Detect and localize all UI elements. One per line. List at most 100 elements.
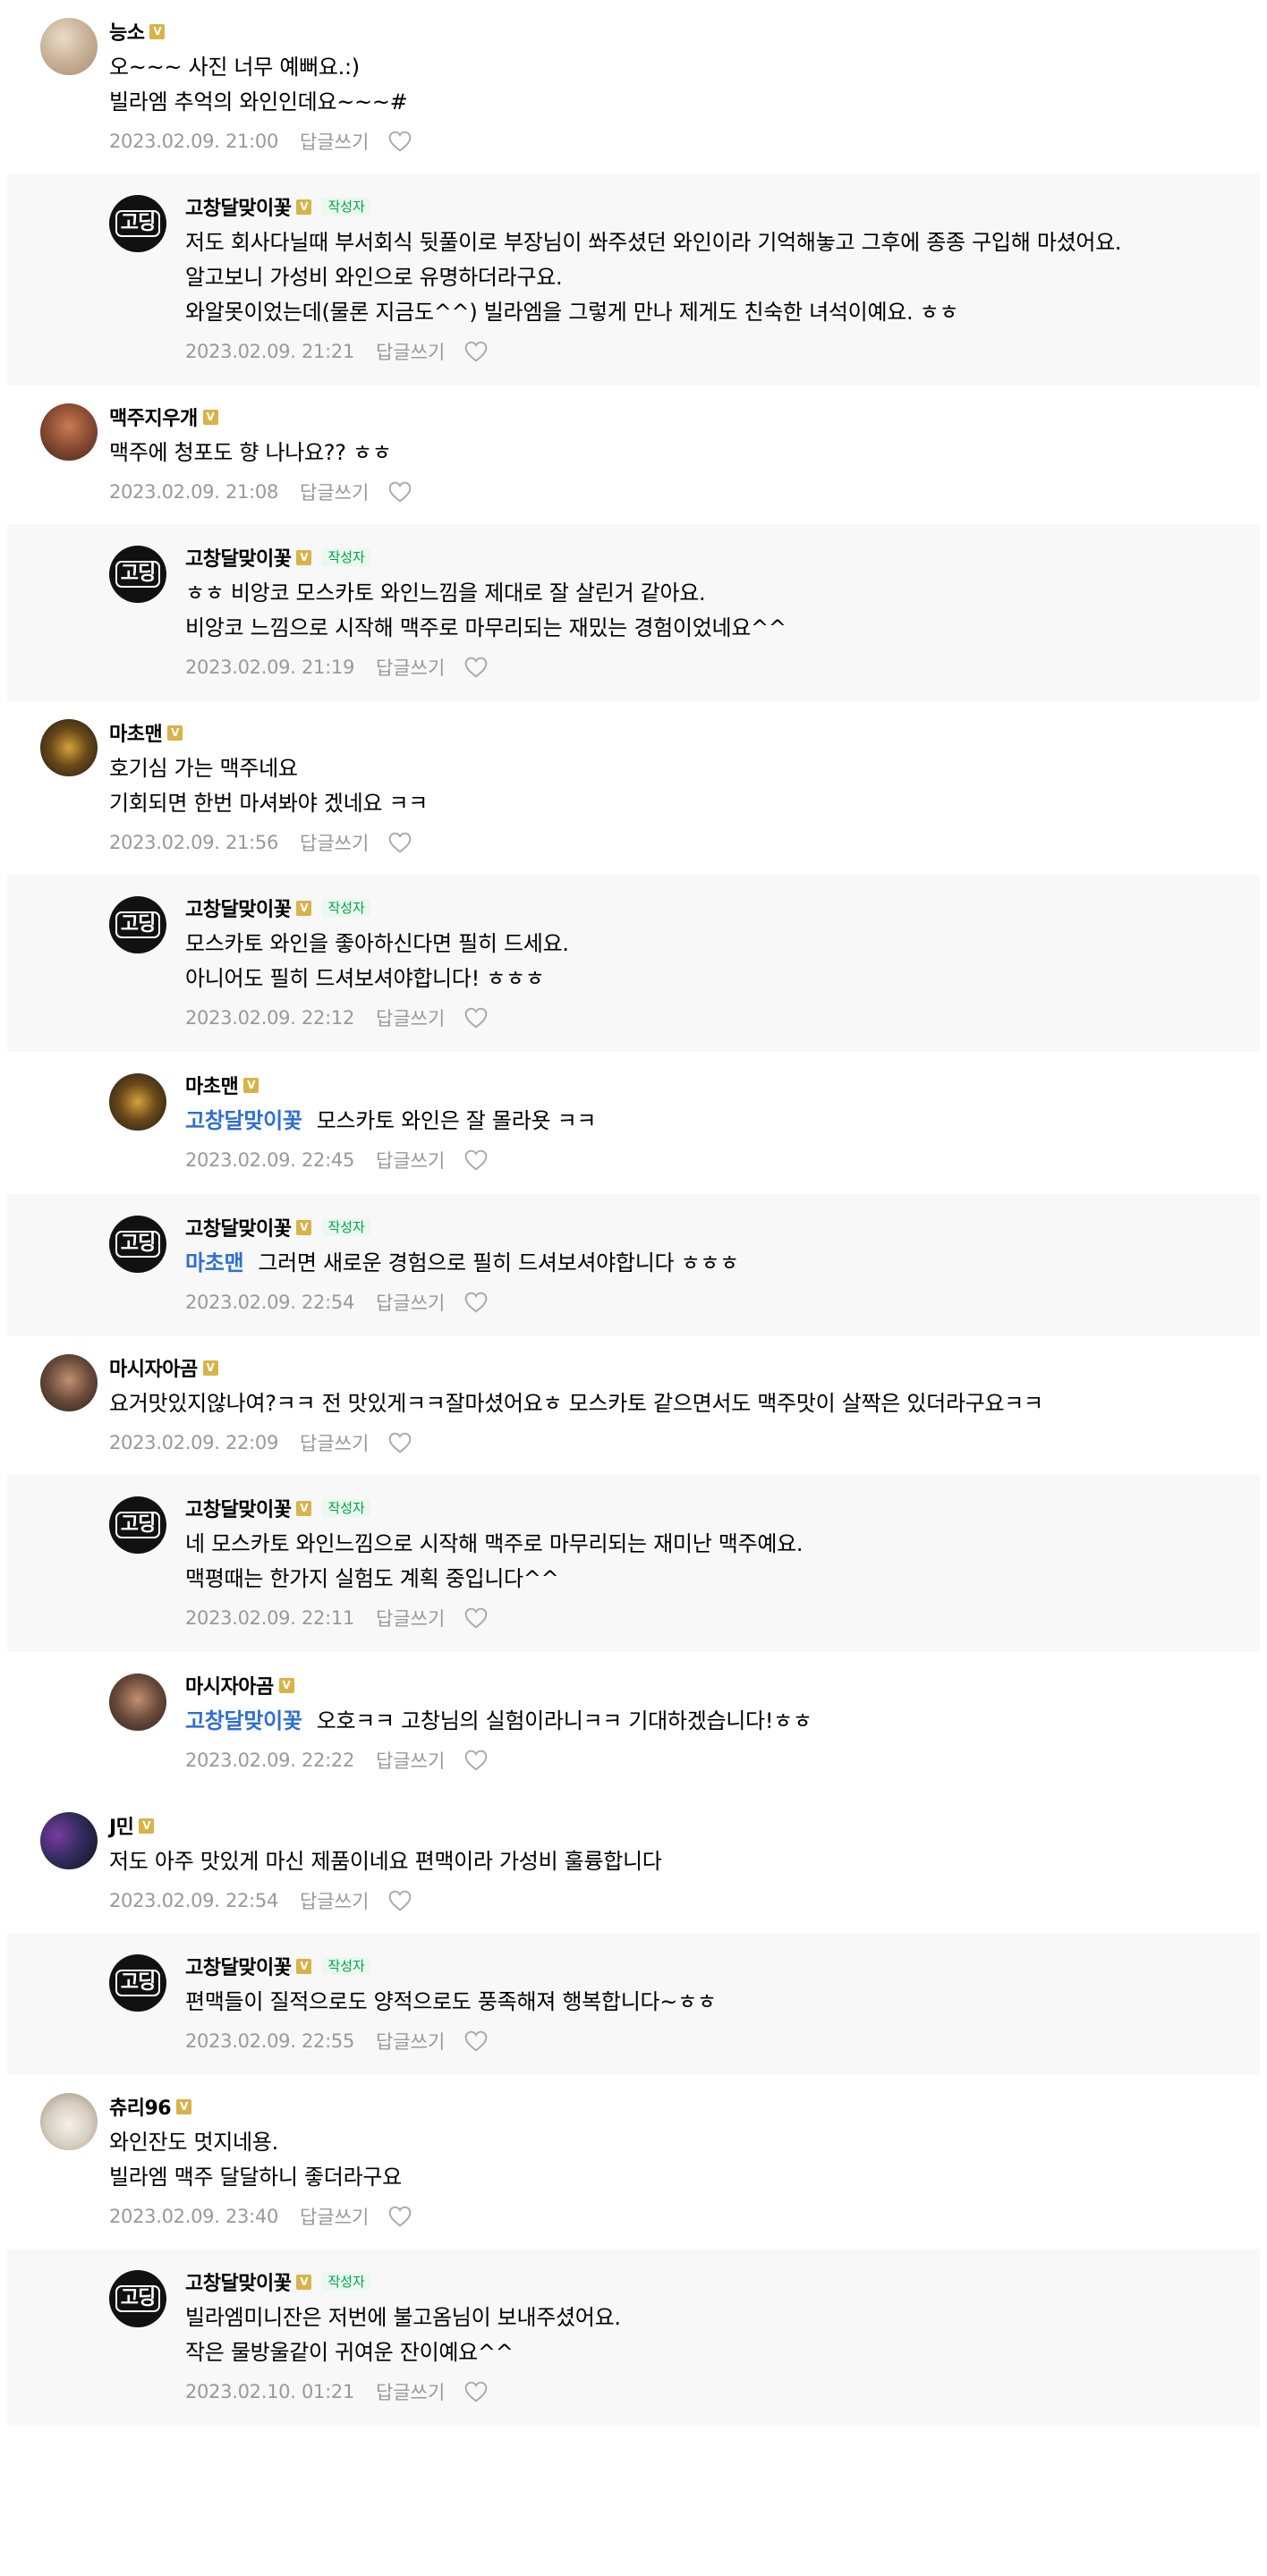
verified-badge-icon: V (296, 1500, 312, 1516)
heart-icon[interactable] (464, 1007, 488, 1029)
nickname[interactable]: 마초맨 (109, 718, 163, 747)
avatar[interactable] (40, 1812, 98, 1869)
comment-date: 2023.02.09. 22:55 (185, 2030, 355, 2052)
avatar[interactable] (40, 719, 98, 776)
verified-badge-icon: V (296, 549, 312, 565)
reply-button[interactable]: 답글쓰기 (376, 1289, 445, 1316)
author-tag: 작성자 (322, 1218, 370, 1236)
nickname[interactable]: 고창달맞이꽃 (185, 1494, 292, 1522)
heart-icon[interactable] (388, 481, 412, 503)
comment-item: 맥주지우개 V 맥주에 청포도 향 나나요?? ㅎㅎ 2023.02.09. 2… (0, 386, 1267, 524)
comment-text: 편맥들이 질적으로도 양적으로도 풍족해져 행복합니다~ㅎㅎ (185, 1989, 717, 2014)
reply-button[interactable]: 답글쓰기 (376, 1605, 445, 1631)
comment-date: 2023.02.09. 22:54 (109, 1890, 279, 1911)
reply-button[interactable]: 답글쓰기 (300, 128, 369, 155)
nickname[interactable]: 고창달맞이꽃 (185, 192, 292, 221)
comment-item: 고딩 고창달맞이꽃 V 작성자 저도 회사다닐때 부서회식 뒷풀이로 부장님이 … (7, 174, 1260, 386)
verified-badge-icon: V (296, 199, 312, 215)
nickname[interactable]: 츄리96 (109, 2092, 172, 2121)
reply-button[interactable]: 답글쓰기 (300, 1887, 369, 1914)
reply-button[interactable]: 답글쓰기 (376, 1004, 445, 1031)
author-tag: 작성자 (322, 198, 370, 216)
avatar[interactable]: 고딩 (109, 1496, 166, 1554)
reply-button[interactable]: 답글쓰기 (376, 654, 445, 681)
reply-button[interactable]: 답글쓰기 (376, 1747, 445, 1774)
heart-icon[interactable] (464, 341, 488, 362)
heart-icon[interactable] (464, 2030, 488, 2052)
avatar[interactable] (109, 1073, 166, 1131)
verified-badge-icon: V (167, 724, 183, 741)
nickname[interactable]: 마초맨 (185, 1071, 239, 1099)
reply-button[interactable]: 답글쓰기 (300, 479, 369, 505)
comment-text: 저도 회사다닐때 부서회식 뒷풀이로 부장님이 쏴주셨던 와인이라 기억해놓고 … (185, 230, 1122, 325)
comment-text-body: 모스카토 와인은 잘 몰라욧 ㅋㅋ (316, 1108, 597, 1133)
nickname[interactable]: 고창달맞이꽃 (185, 2267, 292, 2296)
comment-text: 요거맛있지않나여?ㅋㅋ 전 맛있게ㅋㅋ잘마셨어요ㅎ 모스카토 같으면서도 맥주맛… (109, 1391, 1043, 1416)
heart-icon[interactable] (464, 657, 488, 678)
comment-item: 고딩 고창달맞이꽃 V 작성자 모스카토 와인을 좋아하신다면 필히 드세요. … (7, 875, 1260, 1052)
heart-icon[interactable] (388, 1432, 412, 1453)
mention-link[interactable]: 고창달맞이꽃 (185, 1708, 302, 1733)
avatar[interactable] (40, 2093, 98, 2150)
reply-button[interactable]: 답글쓰기 (300, 2203, 369, 2230)
reply-button[interactable]: 답글쓰기 (376, 2028, 445, 2055)
heart-icon[interactable] (388, 131, 412, 152)
comment-date: 2023.02.09. 21:00 (109, 131, 279, 152)
comment-text: 마초맨 그러면 새로운 경험으로 필히 드셔보셔야합니다 ㅎㅎㅎ (185, 1246, 1260, 1281)
reply-button[interactable]: 답글쓰기 (376, 1147, 445, 1174)
comment-text-body: 오호ㅋㅋ 고창님의 실험이라니ㅋㅋ 기대하겠습니다!ㅎㅎ (316, 1708, 812, 1733)
comment-date: 2023.02.09. 22:12 (185, 1007, 355, 1029)
avatar[interactable] (109, 1674, 166, 1731)
comment-item: 고딩 고창달맞이꽃 V 작성자 마초맨 그러면 새로운 경험으로 필히 드셔보셔야… (7, 1194, 1260, 1336)
comment-item: 고딩 고창달맞이꽃 V 작성자 빌라엠미니잔은 저번에 불고옴님이 보내주셨어요… (7, 2249, 1260, 2426)
heart-icon[interactable] (388, 1890, 412, 1911)
reply-button[interactable]: 답글쓰기 (376, 338, 445, 365)
comment-date: 2023.02.09. 22:54 (185, 1292, 355, 1313)
comment-item: 고딩 고창달맞이꽃 V 작성자 ㅎㅎ 비앙코 모스카토 와인느낌을 제대로 잘 … (7, 524, 1260, 701)
reply-button[interactable]: 답글쓰기 (376, 2378, 445, 2405)
heart-icon[interactable] (464, 1149, 488, 1171)
author-logo-icon: 고딩 (115, 210, 161, 237)
verified-badge-icon: V (278, 1677, 294, 1693)
nickname[interactable]: 마시자아곰 (109, 1353, 198, 1382)
nickname[interactable]: J민 (109, 1811, 134, 1840)
heart-icon[interactable] (464, 1607, 488, 1629)
verified-badge-icon: V (202, 1360, 218, 1376)
nickname[interactable]: 맥주지우개 (109, 402, 198, 431)
mention-link[interactable]: 고창달맞이꽃 (185, 1108, 302, 1133)
author-logo-icon: 고딩 (115, 911, 161, 938)
verified-badge-icon: V (296, 900, 312, 916)
heart-icon[interactable] (388, 2206, 412, 2227)
verified-badge-icon: V (243, 1077, 259, 1093)
avatar[interactable]: 고딩 (109, 546, 166, 603)
comment-list: 능소 V 오~~~ 사진 너무 예뻐요.:) 빌라엠 추억의 와인인데요~~~#… (0, 0, 1267, 2426)
avatar[interactable]: 고딩 (109, 1216, 166, 1273)
heart-icon[interactable] (464, 2381, 488, 2402)
comment-item: 츄리96 V 와인잔도 멋지네용. 빌라엠 맥주 달달하니 좋더라구요 2023… (0, 2075, 1267, 2249)
nickname[interactable]: 고창달맞이꽃 (185, 894, 292, 922)
avatar[interactable] (40, 18, 98, 75)
avatar[interactable]: 고딩 (109, 195, 166, 252)
nickname[interactable]: 고창달맞이꽃 (185, 1952, 292, 1980)
heart-icon[interactable] (388, 832, 412, 853)
mention-link[interactable]: 마초맨 (185, 1250, 244, 1275)
reply-button[interactable]: 답글쓰기 (300, 829, 369, 856)
avatar[interactable] (40, 403, 98, 461)
nickname[interactable]: 능소 (109, 17, 145, 46)
verified-badge-icon: V (139, 1818, 155, 1834)
avatar[interactable]: 고딩 (109, 1954, 166, 2012)
reply-button[interactable]: 답글쓰기 (300, 1429, 369, 1456)
heart-icon[interactable] (464, 1292, 488, 1313)
avatar[interactable] (40, 1354, 98, 1411)
nickname[interactable]: 고창달맞이꽃 (185, 1213, 292, 1241)
nickname[interactable]: 고창달맞이꽃 (185, 543, 292, 572)
comment-text: 고창달맞이꽃 모스카토 와인은 잘 몰라욧 ㅋㅋ (185, 1104, 1260, 1139)
comment-date: 2023.02.09. 21:08 (109, 481, 279, 503)
comment-date: 2023.02.09. 22:09 (109, 1432, 279, 1453)
heart-icon[interactable] (464, 1750, 488, 1771)
avatar[interactable]: 고딩 (109, 2270, 166, 2327)
author-logo-icon: 고딩 (115, 1970, 161, 1996)
avatar[interactable]: 고딩 (109, 896, 166, 953)
nickname[interactable]: 마시자아곰 (185, 1671, 274, 1699)
verified-badge-icon: V (149, 23, 166, 39)
